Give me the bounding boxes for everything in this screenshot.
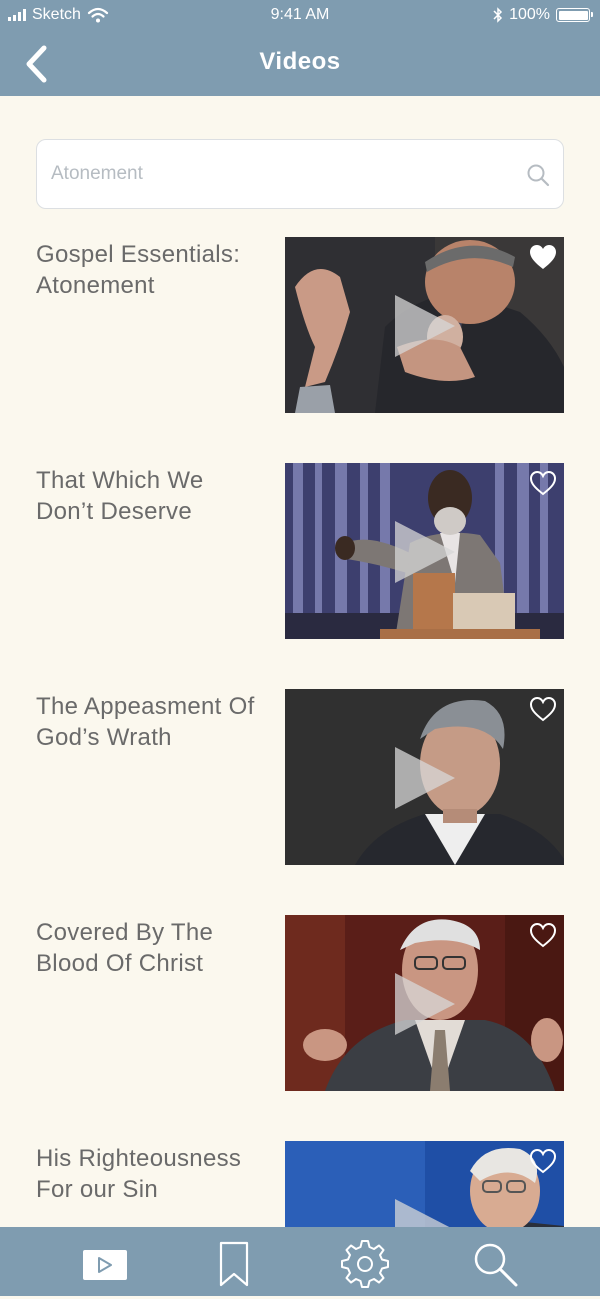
nav-bar: Videos [0,32,600,96]
play-icon[interactable] [393,745,457,811]
battery-percent: 100% [509,6,550,23]
search-tab-icon[interactable] [470,1239,520,1289]
play-icon[interactable] [393,293,457,359]
video-title[interactable]: That Which We Don’t Deserve [36,465,264,527]
search-input[interactable] [51,140,511,208]
heart-outline-icon[interactable] [528,469,558,497]
search-box[interactable] [36,139,564,209]
videos-tab-icon[interactable] [80,1239,130,1289]
video-thumbnail[interactable] [285,237,564,413]
video-thumbnail[interactable] [285,915,564,1091]
video-title[interactable]: The Appeasment Of God’s Wrath [36,691,264,753]
video-thumbnail[interactable] [285,463,564,639]
heart-filled-icon[interactable] [528,243,558,271]
search-icon[interactable] [525,162,551,188]
bookmark-tab-icon[interactable] [209,1239,259,1289]
gear-tab-icon[interactable] [340,1239,390,1289]
heart-outline-icon[interactable] [528,695,558,723]
status-bar: Sketch 9:41 AM 100% [0,0,600,32]
video-item[interactable]: Covered By The Blood Of Christ [36,915,564,1091]
page-title: Videos [259,48,341,75]
video-item[interactable]: The Appeasment Of God’s Wrath [36,689,564,865]
play-icon[interactable] [393,971,457,1037]
bluetooth-icon [493,7,503,23]
video-item[interactable]: Gospel Essentials: Atonement [36,237,564,413]
video-title[interactable]: Gospel Essentials: Atonement [36,239,264,301]
heart-outline-icon[interactable] [528,921,558,949]
video-title[interactable]: His Righteousness For our Sin [36,1143,264,1205]
video-thumbnail[interactable] [285,689,564,865]
tab-bar [0,1227,600,1299]
play-icon[interactable] [393,519,457,585]
battery-icon [556,8,593,22]
heart-outline-icon[interactable] [528,1147,558,1175]
video-title[interactable]: Covered By The Blood Of Christ [36,917,264,979]
video-item[interactable]: That Which We Don’t Deserve [36,463,564,639]
